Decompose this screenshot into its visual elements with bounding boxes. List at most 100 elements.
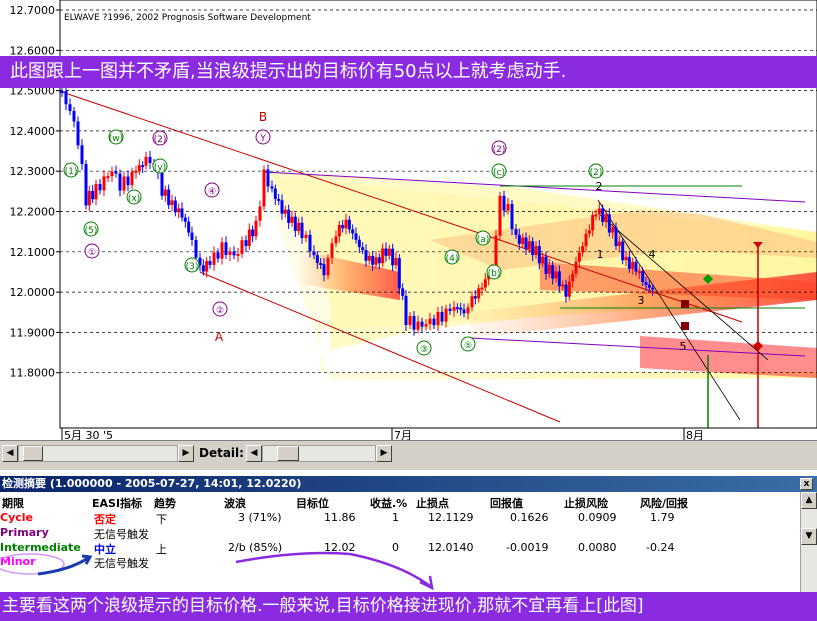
candle-body (319, 263, 323, 266)
price-label: 12.1000 (10, 246, 56, 259)
candle-body (614, 227, 618, 246)
candle-body (354, 233, 358, 240)
candle-body (567, 281, 571, 297)
wave-label: 1 (597, 248, 604, 261)
candle-body (224, 242, 228, 255)
wave-label: B (259, 110, 267, 124)
close-icon[interactable]: x (800, 478, 813, 490)
panel-scroll-down-button[interactable]: ▼ (801, 528, 817, 545)
candle-body (148, 156, 152, 164)
candle-body (247, 229, 251, 246)
wave-label: (2) (590, 168, 603, 178)
main-scroll-thumb[interactable] (23, 446, 43, 461)
candle-body (420, 321, 424, 327)
date-label: 7月 (394, 429, 412, 440)
candle-body (160, 173, 164, 196)
candle-body (270, 186, 274, 189)
wave-label: ③ (420, 345, 428, 355)
candle-body (167, 189, 171, 206)
candle-body (424, 324, 428, 327)
candle-body (607, 214, 611, 233)
candle-body (604, 214, 608, 223)
candle-body (498, 195, 502, 236)
candle-body (527, 241, 531, 249)
wave-label: (2) (493, 145, 506, 155)
summary-panel-scrollbar[interactable]: ▲ ▼ (800, 492, 817, 592)
detail-scroll-thumb[interactable] (277, 446, 299, 461)
candle-body (377, 257, 381, 264)
candle-body (571, 273, 575, 282)
panel-scroll-up-button[interactable]: ▲ (801, 492, 817, 509)
candle-body (201, 265, 205, 272)
scroll-left-button[interactable]: ◀ (2, 445, 18, 462)
candle-body (183, 217, 187, 222)
candle-body (212, 252, 216, 265)
summary-panel: 期限 EASI指标 趋势 波浪 目标位 收益.% 止损点 回报值 止损风险 风险… (0, 492, 800, 592)
candle-body (68, 104, 72, 112)
wave-label: (1) (65, 167, 78, 177)
annotation-banner-bottom: 主要看这两个浪级提示的目标价格.一般来说,目标价格接进现价,那就不宜再看上[此图… (0, 592, 817, 621)
candle-body (126, 176, 130, 186)
candle-body (574, 261, 578, 274)
candle-body (228, 251, 232, 255)
candle-body (466, 307, 470, 314)
candle-body (300, 222, 304, 238)
detail-label: Detail: (199, 446, 244, 460)
main-scroll-track[interactable] (18, 445, 178, 462)
candle-body (444, 308, 448, 322)
candle-body (554, 271, 558, 279)
candle-body (94, 184, 98, 200)
candle-body (384, 248, 388, 256)
scroll-right-button[interactable]: ▶ (178, 445, 194, 462)
app-title: ELWAVE ?1996, 2002 Prognosis Software De… (64, 13, 311, 23)
summary-panel-title: 检测摘要 (1.000000 - 2005-07-27, 14:01, 12.0… (0, 476, 817, 492)
candle-body (591, 214, 595, 231)
detail-scroll-track[interactable] (262, 445, 376, 462)
candle-body (544, 256, 548, 274)
candle-body (326, 258, 330, 276)
candle-body (597, 208, 601, 215)
candle-body (584, 233, 588, 247)
candle-body (60, 90, 64, 93)
candle-body (130, 171, 134, 186)
wave-label: ② (216, 306, 224, 316)
candle-body (114, 171, 118, 174)
candle-body (357, 239, 361, 248)
candle-body (470, 296, 474, 308)
target-zones (260, 172, 817, 380)
candle-body (440, 312, 444, 322)
detail-scroll-right-button[interactable]: ▶ (376, 445, 392, 462)
candle-body (537, 246, 541, 264)
wave-label: (a) (477, 235, 490, 245)
candle-body (506, 204, 510, 211)
annotation-strokes (0, 551, 434, 591)
candle-body (641, 271, 645, 283)
detail-scroll-left-button[interactable]: ◀ (246, 445, 262, 462)
candle-body (173, 200, 177, 213)
candle-body (341, 224, 345, 229)
candle-body (240, 240, 244, 254)
candle-body (351, 229, 355, 234)
wave-label: (5) (85, 226, 98, 236)
candle-body (534, 246, 538, 256)
candle-body (412, 316, 416, 330)
candle-body (621, 241, 625, 261)
candle-body (557, 271, 561, 287)
candle-body (611, 227, 615, 233)
candle-body (266, 169, 270, 187)
candle-body (531, 241, 535, 256)
candle-body (262, 169, 266, 207)
candle-body (84, 164, 88, 206)
candle-body (428, 318, 432, 325)
wave-label: (c) (493, 168, 505, 178)
candle-body (448, 308, 452, 311)
candle-body (220, 242, 224, 259)
candle-body (76, 121, 80, 146)
candle-body (408, 316, 412, 325)
candle-body (631, 261, 635, 269)
candle-body (624, 256, 628, 261)
candle-body (87, 190, 91, 206)
price-label: 12.0000 (10, 286, 56, 299)
wave-label: (4) (446, 254, 459, 264)
candle-body (634, 261, 638, 272)
